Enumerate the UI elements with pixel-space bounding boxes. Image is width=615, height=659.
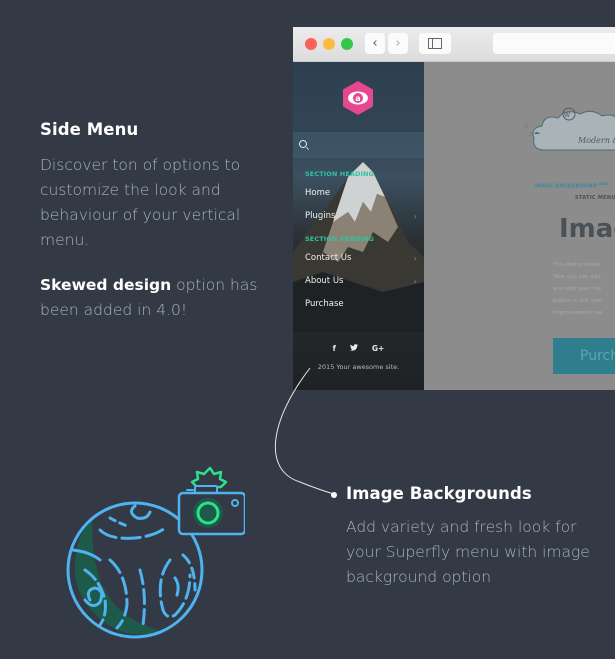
menu-item-label: Home bbox=[305, 188, 331, 198]
demo-line: improvements we bbox=[553, 310, 603, 316]
forward-button[interactable]: › bbox=[388, 33, 408, 54]
side-menu-description: Discover ton of options to customize the… bbox=[40, 156, 241, 249]
svg-text:♫: ♫ bbox=[524, 124, 528, 130]
google-plus-icon[interactable]: G+ bbox=[372, 344, 384, 353]
image-backgrounds-feature: Image Backgrounds Add variety and fresh … bbox=[346, 484, 606, 590]
menu-item-label: About Us bbox=[305, 276, 344, 286]
menu-item-home[interactable]: Home bbox=[305, 182, 424, 205]
twitter-icon[interactable] bbox=[349, 344, 358, 353]
camera-icon bbox=[177, 466, 245, 536]
minimize-window-button[interactable] bbox=[323, 38, 335, 50]
section-heading: SECTION HEADING bbox=[305, 170, 374, 178]
copyright-text: 2015 Your awesome site. bbox=[317, 363, 400, 371]
image-backgrounds-description: Add variety and fresh look for your Supe… bbox=[346, 518, 590, 586]
svg-text:♫: ♫ bbox=[528, 132, 532, 138]
chevron-right-icon: › bbox=[395, 36, 401, 51]
chevron-right-icon: › bbox=[413, 254, 417, 263]
skewed-design-bold: Skewed design bbox=[40, 276, 172, 294]
menu-item-about-us[interactable]: About Us › bbox=[305, 270, 424, 293]
svg-text:a: a bbox=[355, 94, 360, 103]
tagline: Modern & bbox=[578, 136, 615, 145]
demo-line: and split your me bbox=[553, 286, 602, 292]
static-menu-label: STATIC MENU bbox=[575, 195, 615, 201]
maximize-window-button[interactable] bbox=[341, 38, 353, 50]
demo-description: This demo showc Now you can add and spli… bbox=[553, 259, 602, 319]
cloud-illustration: W ♫ ♫ S bbox=[524, 107, 615, 151]
page-subheading: IMAGE BACKGROUND NEW bbox=[534, 182, 609, 190]
browser-toolbar: ‹ › bbox=[293, 27, 615, 62]
demo-line: Now you can add bbox=[553, 274, 601, 280]
sidebar-toggle-button[interactable] bbox=[419, 33, 451, 54]
new-badge: NEW bbox=[598, 182, 609, 186]
menu-item-label: Contact Us bbox=[305, 253, 352, 263]
chevron-right-icon: › bbox=[413, 277, 417, 286]
menu-item-purchase[interactable]: Purchase bbox=[305, 293, 424, 316]
page-content-dimmed: W ♫ ♫ S Modern & IMAGE BACKGROUND NEW ST… bbox=[424, 62, 615, 390]
globe-camera-illustration bbox=[66, 466, 245, 639]
page-title: Imag bbox=[559, 214, 615, 244]
svg-text:W: W bbox=[564, 112, 570, 119]
menu-item-label: Purchase bbox=[305, 299, 344, 309]
menu-item-label: Plugins bbox=[305, 211, 336, 221]
demo-line: button in left corn bbox=[553, 298, 603, 304]
purchase-button[interactable]: Purch bbox=[553, 338, 615, 374]
logo-icon: a bbox=[343, 81, 373, 115]
social-links: f G+ bbox=[293, 344, 424, 353]
demo-line: This demo showc bbox=[553, 262, 601, 268]
browser-viewport: a SECTION HEADING Home Plugins › SECTION … bbox=[293, 62, 615, 390]
search-icon bbox=[299, 140, 307, 148]
close-window-button[interactable] bbox=[305, 38, 317, 50]
image-backgrounds-title: Image Backgrounds bbox=[346, 484, 532, 503]
address-bar[interactable] bbox=[493, 33, 615, 54]
menu-item-plugins[interactable]: Plugins › bbox=[305, 205, 424, 228]
chevron-left-icon: ‹ bbox=[372, 36, 378, 51]
menu-list: SECTION HEADING Home Plugins › SECTION HE… bbox=[305, 167, 424, 316]
side-menu-panel: a SECTION HEADING Home Plugins › SECTION … bbox=[293, 62, 424, 390]
skewed-design-note: Skewed design option has been added in 4… bbox=[40, 273, 265, 323]
facebook-icon[interactable]: f bbox=[333, 344, 336, 353]
side-menu-title: Side Menu bbox=[40, 120, 139, 139]
sidebar-icon bbox=[428, 38, 442, 49]
menu-item-contact-us[interactable]: Contact Us › bbox=[305, 247, 424, 270]
chevron-right-icon: › bbox=[413, 212, 417, 221]
subheading-text: IMAGE BACKGROUND bbox=[534, 183, 597, 190]
browser-window: ‹ › a SECTION HEADING Home Plugins › SEC… bbox=[293, 27, 615, 390]
side-menu-feature: Side Menu Discover ton of options to cus… bbox=[40, 120, 265, 323]
back-button[interactable]: ‹ bbox=[365, 33, 385, 54]
menu-search-input[interactable] bbox=[293, 132, 424, 158]
section-heading: SECTION HEADING bbox=[305, 235, 374, 243]
